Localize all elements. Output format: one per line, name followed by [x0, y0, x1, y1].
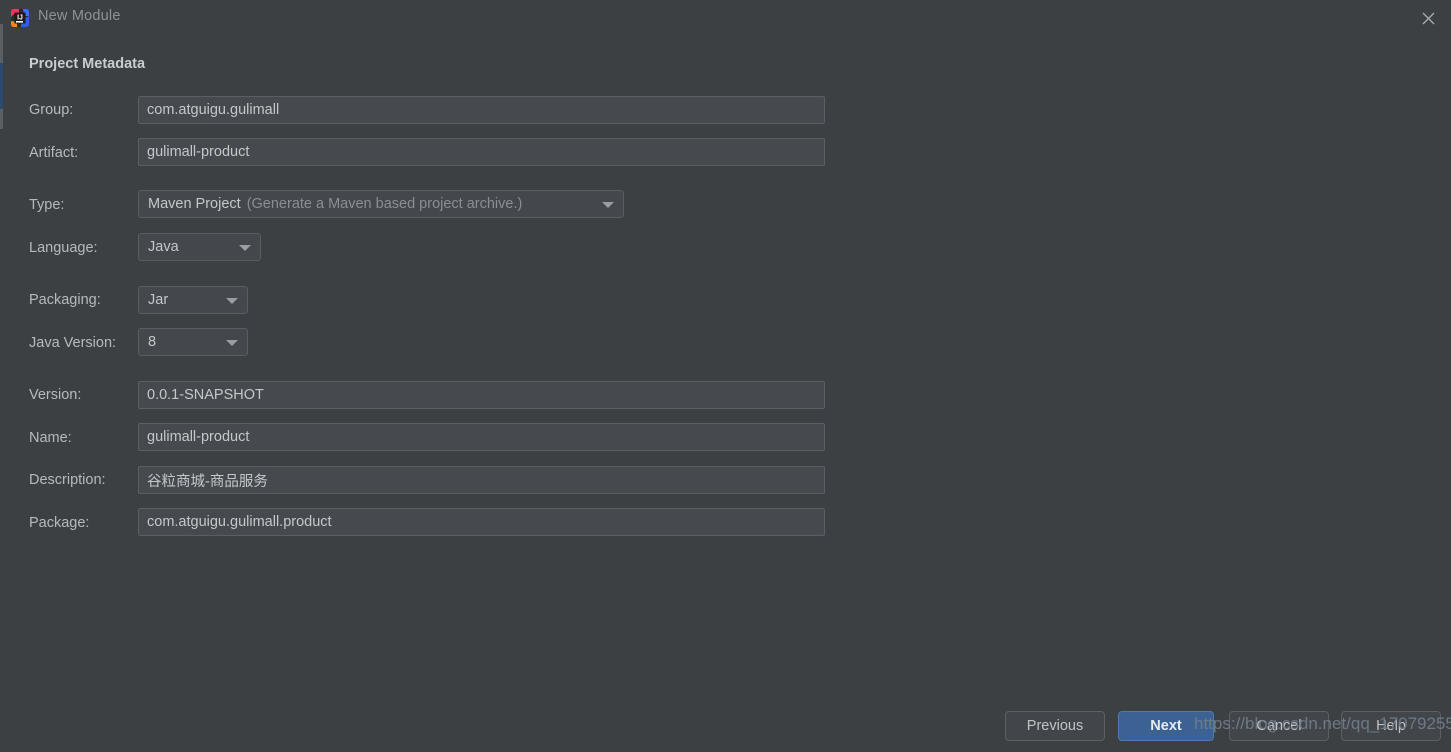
chevron-down-icon: [602, 202, 614, 208]
label-package: Package:: [29, 515, 90, 531]
chevron-down-icon: [226, 298, 238, 304]
java-version-dropdown[interactable]: 8: [138, 328, 248, 356]
window-title-text: New Module: [38, 8, 121, 24]
label-language: Language:: [29, 240, 98, 256]
version-input[interactable]: 0.0.1-SNAPSHOT: [138, 381, 825, 409]
label-type: Type:: [29, 197, 65, 213]
label-packaging: Packaging:: [29, 292, 101, 308]
label-name: Name:: [29, 430, 72, 446]
packaging-dropdown[interactable]: Jar: [138, 286, 248, 314]
intellij-idea-logo-icon: IJ: [10, 8, 30, 28]
description-input[interactable]: 谷粒商城-商品服务: [138, 466, 825, 494]
cancel-button[interactable]: Cancel: [1229, 711, 1329, 741]
artifact-input[interactable]: gulimall-product: [138, 138, 825, 166]
window-title-bar: IJ New Module: [0, 0, 1451, 37]
chevron-down-icon: [239, 245, 251, 251]
package-input[interactable]: com.atguigu.gulimall.product: [138, 508, 825, 536]
label-group: Group:: [29, 102, 74, 118]
type-value: Maven Project: [148, 196, 241, 212]
help-button[interactable]: Help: [1341, 711, 1441, 741]
page-title: Project Metadata: [29, 56, 146, 72]
language-value: Java: [148, 239, 179, 255]
group-input[interactable]: com.atguigu.gulimall: [138, 96, 825, 124]
background-window-accent: [0, 63, 3, 109]
name-input[interactable]: gulimall-product: [138, 423, 825, 451]
language-dropdown[interactable]: Java: [138, 233, 261, 261]
label-java-version: Java Version:: [29, 335, 117, 351]
svg-text:IJ: IJ: [17, 15, 23, 22]
java-version-value: 8: [148, 334, 157, 350]
label-artifact: Artifact:: [29, 145, 79, 161]
label-description: Description:: [29, 472, 106, 488]
close-icon[interactable]: [1405, 0, 1451, 37]
previous-button[interactable]: Previous: [1005, 711, 1105, 741]
packaging-value: Jar: [148, 292, 169, 308]
type-hint: (Generate a Maven based project archive.…: [246, 196, 523, 212]
chevron-down-icon: [226, 340, 238, 346]
type-dropdown[interactable]: Maven Project (Generate a Maven based pr…: [138, 190, 624, 218]
next-button[interactable]: Next: [1118, 711, 1214, 741]
label-version: Version:: [29, 387, 82, 403]
